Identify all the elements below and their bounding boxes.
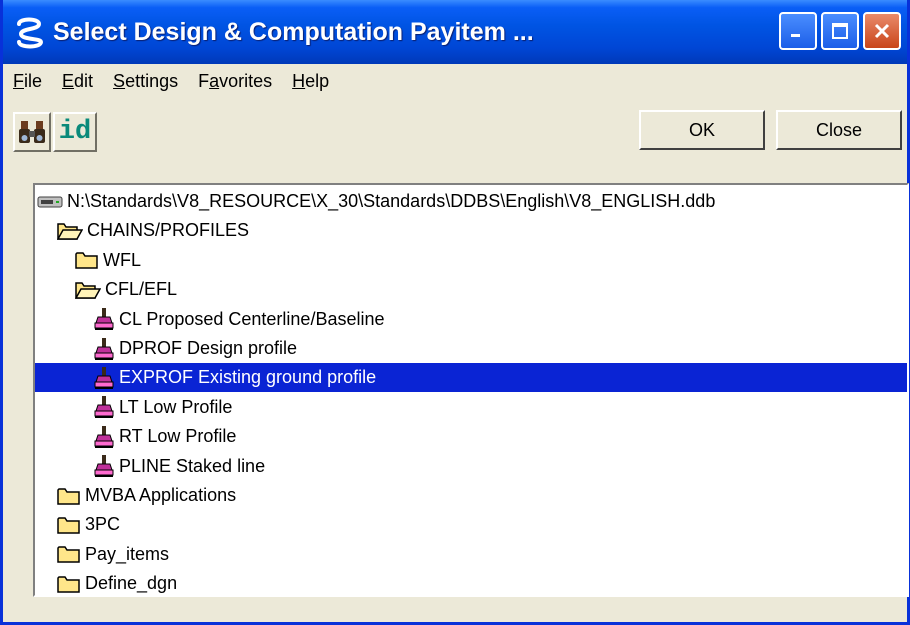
id-label: id bbox=[58, 117, 92, 147]
tree-item[interactable]: CL Proposed Centerline/Baseline bbox=[35, 305, 907, 334]
folder-open-icon bbox=[57, 223, 83, 240]
minimize-icon bbox=[791, 34, 800, 37]
tree-item-label: PLINE Staked line bbox=[119, 455, 266, 476]
ok-label: OK bbox=[688, 119, 715, 140]
tree-item[interactable]: WFL bbox=[35, 246, 907, 275]
payitem-icon bbox=[94, 455, 114, 478]
tree-item[interactable]: LT Low Profile bbox=[35, 393, 907, 422]
close-window-button[interactable] bbox=[863, 12, 901, 50]
tree-item-label: MVBA Applications bbox=[85, 485, 237, 505]
minimize-button[interactable] bbox=[779, 12, 817, 50]
payitem-icon bbox=[94, 366, 114, 389]
tree-item-label: Define_dgn bbox=[85, 573, 178, 594]
payitem-icon bbox=[94, 425, 114, 448]
menu-bar: File Edit Settings Favorites Help bbox=[3, 64, 907, 98]
tree-item-label: CHAINS/PROFILES bbox=[87, 220, 250, 241]
menu-edit[interactable]: Edit bbox=[52, 71, 103, 92]
drive-icon bbox=[37, 196, 63, 207]
dialog-window: Select Design & Computation Payitem ... … bbox=[0, 0, 910, 625]
tree-item-label: Pay_items bbox=[85, 543, 170, 564]
tree-item-label: LT Low Profile bbox=[119, 396, 233, 417]
close-button[interactable]: Close bbox=[776, 110, 902, 150]
tree-item-label: CL Proposed Centerline/Baseline bbox=[119, 308, 385, 329]
folder-icon bbox=[75, 252, 98, 270]
tree-item-label: 3PC bbox=[85, 514, 121, 535]
payitem-icon bbox=[94, 308, 114, 331]
tree-item[interactable]: Pay_items bbox=[35, 540, 907, 569]
tree-root[interactable]: N:\Standards\V8_RESOURCE\X_30\Standards\… bbox=[35, 187, 907, 216]
tree-item-label: DPROF Design profile bbox=[119, 338, 298, 358]
tree-item[interactable]: MVBA Applications bbox=[35, 481, 907, 510]
payitem-tree[interactable]: N:\Standards\V8_RESOURCE\X_30\Standards\… bbox=[33, 183, 909, 597]
close-icon bbox=[874, 23, 890, 39]
folder-open-icon bbox=[75, 281, 101, 299]
binoculars-icon bbox=[19, 121, 45, 143]
tree-item-label: CFL/EFL bbox=[105, 279, 178, 300]
folder-icon bbox=[57, 546, 80, 564]
menu-favorites[interactable]: Favorites bbox=[188, 71, 282, 92]
tree-item[interactable]: CFL/EFL bbox=[35, 275, 907, 304]
maximize-icon bbox=[832, 23, 848, 39]
tree-item[interactable]: RT Low Profile bbox=[35, 422, 907, 451]
tree-item[interactable]: CHAINS/PROFILES bbox=[35, 216, 907, 245]
folder-icon bbox=[57, 517, 80, 534]
title-bar[interactable]: Select Design & Computation Payitem ... bbox=[3, 0, 907, 64]
tree-item[interactable]: DPROF Design profile bbox=[35, 334, 907, 363]
tree-item-label: WFL bbox=[103, 249, 141, 270]
find-button[interactable] bbox=[13, 112, 51, 152]
folder-icon bbox=[57, 575, 80, 593]
tree-item-label: EXPROF Existing ground profile bbox=[119, 367, 377, 388]
microstation-icon bbox=[17, 17, 44, 49]
tree-item[interactable]: PLINE Staked line bbox=[35, 452, 907, 481]
tree-item-selected[interactable]: EXPROF Existing ground profile bbox=[35, 363, 907, 393]
folder-icon bbox=[57, 487, 80, 505]
maximize-button[interactable] bbox=[821, 12, 859, 50]
tree-item-label: RT Low Profile bbox=[119, 426, 237, 447]
menu-settings[interactable]: Settings bbox=[103, 71, 188, 92]
menu-file[interactable]: File bbox=[3, 71, 52, 92]
id-button[interactable]: id bbox=[53, 112, 97, 152]
ok-button[interactable]: OK bbox=[639, 110, 765, 150]
tree-item[interactable]: Define_dgn bbox=[35, 569, 907, 595]
tree-root-label: N:\Standards\V8_RESOURCE\X_30\Standards\… bbox=[67, 191, 716, 211]
payitem-icon bbox=[94, 396, 114, 419]
menu-help[interactable]: Help bbox=[282, 71, 339, 92]
tree-item[interactable]: 3PC bbox=[35, 510, 907, 539]
close-label: Close bbox=[815, 119, 863, 140]
payitem-icon bbox=[94, 337, 114, 360]
window-title: Select Design & Computation Payitem ... bbox=[53, 17, 534, 46]
